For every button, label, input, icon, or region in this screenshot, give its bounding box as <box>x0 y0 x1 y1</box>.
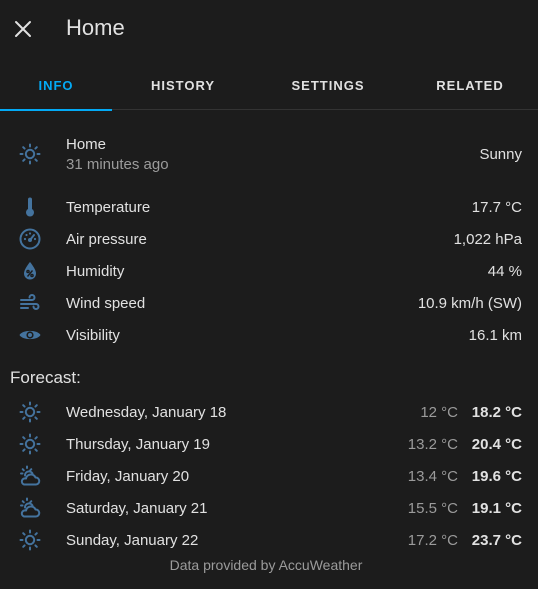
attribute-row-wind-speed: Wind speed 10.9 km/h (SW) <box>0 287 538 319</box>
attribute-row-air-pressure: Air pressure 1,022 hPa <box>0 223 538 255</box>
thermometer-icon <box>18 195 42 219</box>
forecast-high: 20.4 °C <box>471 435 522 453</box>
attribute-value: 16.1 km <box>468 326 522 344</box>
attribute-row-temperature: Temperature 17.7 °C <box>0 191 538 223</box>
water-percent-icon <box>18 259 42 283</box>
forecast-day: Saturday, January 21 <box>66 499 208 517</box>
forecast-row: Friday, January 20 13.4 °C 19.6 °C <box>0 460 538 492</box>
forecast-heading: Forecast: <box>10 368 81 387</box>
attribute-label: Wind speed <box>66 294 146 312</box>
forecast-day: Friday, January 20 <box>66 467 190 485</box>
forecast-row: Saturday, January 21 15.5 °C 19.1 °C <box>0 492 538 524</box>
forecast-high: 19.6 °C <box>471 467 522 485</box>
attribute-row-visibility: Visibility 16.1 km <box>0 319 538 351</box>
partly-cloudy-icon <box>18 496 42 520</box>
sunny-icon <box>18 400 42 424</box>
forecast-row: Thursday, January 19 13.2 °C 20.4 °C <box>0 428 538 460</box>
forecast-low: 17.2 °C <box>407 531 458 549</box>
eye-icon <box>18 323 42 347</box>
wind-icon <box>18 291 42 315</box>
tab-history[interactable]: HISTORY <box>112 60 254 110</box>
forecast-day: Sunday, January 22 <box>66 531 199 549</box>
tab-bar: INFO HISTORY SETTINGS RELATED <box>0 60 538 111</box>
attribute-label: Humidity <box>66 262 125 280</box>
attribute-value: 1,022 hPa <box>453 230 522 248</box>
attribute-value: 44 % <box>487 262 522 280</box>
forecast-day: Wednesday, January 18 <box>66 403 227 421</box>
sunny-icon <box>18 432 42 456</box>
tab-related[interactable]: RELATED <box>402 60 538 110</box>
attribute-row-humidity: Humidity 44 % <box>0 255 538 287</box>
location-name: Home <box>66 136 107 153</box>
forecast-low: 13.2 °C <box>407 435 458 453</box>
forecast-row: Sunday, January 22 17.2 °C 23.7 °C <box>0 524 538 556</box>
partly-cloudy-icon <box>18 464 42 488</box>
forecast-low: 13.4 °C <box>407 467 458 485</box>
close-icon <box>14 20 32 38</box>
forecast-day: Thursday, January 19 <box>66 435 210 453</box>
attribute-label: Air pressure <box>66 230 147 248</box>
attribute-value: 17.7 °C <box>471 198 522 216</box>
tab-settings[interactable]: SETTINGS <box>254 60 402 110</box>
attribute-label: Temperature <box>66 198 151 216</box>
attribute-value: 10.9 km/h (SW) <box>417 294 522 312</box>
more-info-dialog: Home INFO HISTORY SETTINGS RELATED Home … <box>0 0 538 589</box>
forecast-high: 23.7 °C <box>471 531 522 549</box>
weather-state: Sunny <box>479 146 522 163</box>
dialog-title: Home <box>66 15 125 40</box>
last-updated: 31 minutes ago <box>66 156 169 173</box>
forecast-low: 12 °C <box>420 403 458 421</box>
tab-info[interactable]: INFO <box>0 60 112 111</box>
current-weather: Home 31 minutes ago Sunny <box>0 132 538 176</box>
gauge-icon <box>18 227 42 251</box>
forecast-high: 19.1 °C <box>471 499 522 517</box>
sunny-icon <box>18 142 42 166</box>
close-button[interactable] <box>8 14 38 44</box>
dialog-header: Home <box>0 0 538 60</box>
forecast-row: Wednesday, January 18 12 °C 18.2 °C <box>0 396 538 428</box>
sunny-icon <box>18 528 42 552</box>
forecast-high: 18.2 °C <box>471 403 522 421</box>
forecast-low: 15.5 °C <box>407 499 458 517</box>
attribute-label: Visibility <box>66 326 120 344</box>
attribution-text: Data provided by AccuWeather <box>169 557 363 573</box>
